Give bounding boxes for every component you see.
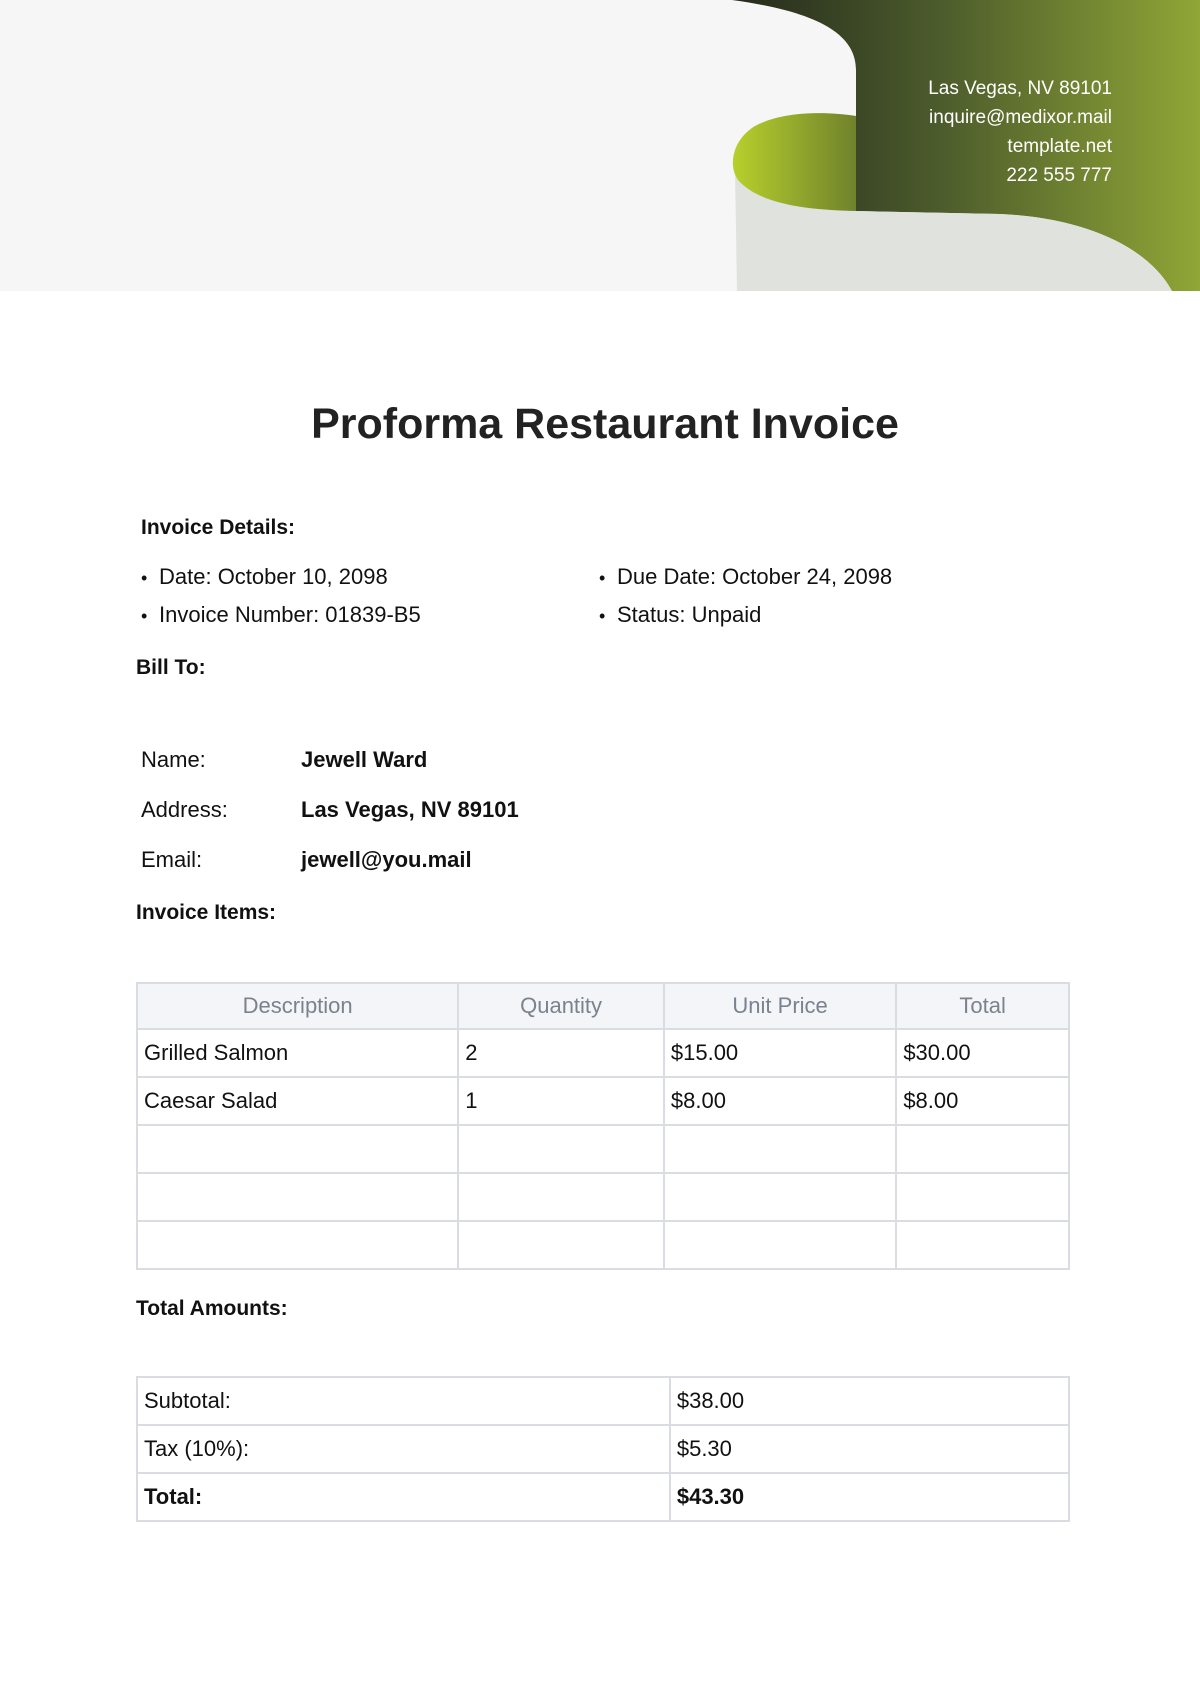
bill-to-email-label: Email: [141,847,203,872]
table-header-row: Description Quantity Unit Price Total [135,982,1070,1030]
company-email[interactable]: inquire@medixor.mail [928,103,1112,132]
company-address: Las Vegas, NV 89101 [928,78,1112,99]
invoice-items-heading: Invoice Items: [136,901,277,924]
table-row: Caesar Salad 1 $8.00 $8.00 [135,1076,1070,1126]
tax-label: Tax (10%): [136,1424,671,1474]
item-description [135,1124,460,1174]
company-contact-block: Las Vegas, NV 89101 inquire@medixor.mail… [928,74,1112,190]
tax-value: $5.30 [668,1424,1071,1474]
item-total [895,1172,1070,1222]
item-unit-price: $15.00 [662,1028,898,1078]
item-total [895,1124,1070,1174]
bill-to-address-label: Address: [141,797,228,822]
invoice-number-text: Invoice Number: 01839-B5 [159,602,421,627]
item-total [895,1220,1070,1270]
bill-to-email-value[interactable]: jewell@you.mail [301,847,472,872]
item-unit-price [662,1124,898,1174]
invoice-due-date-text: Due Date: October 24, 2098 [617,564,893,589]
header-banner: Las Vegas, NV 89101 inquire@medixor.mail… [0,0,1200,291]
company-phone: 222 555 777 [1006,165,1112,186]
table-row [135,1220,1070,1270]
item-total: $8.00 [895,1076,1070,1126]
bullet-icon: • [141,568,148,588]
item-quantity [457,1220,665,1270]
subtotal-value: $38.00 [668,1376,1071,1426]
item-unit-price: $8.00 [662,1076,898,1126]
page-title: Proforma Restaurant Invoice [311,400,899,448]
invoice-number: • Invoice Number: 01839-B5 [141,602,421,628]
item-description [135,1220,460,1270]
table-row [135,1124,1070,1174]
invoice-status-text: Status: Unpaid [617,602,762,627]
subtotal-row: Subtotal: $38.00 [136,1376,1071,1426]
bill-to-email-row: Email: jewell@you.mail [141,847,472,873]
bill-to-name-value: Jewell Ward [301,747,428,772]
item-unit-price [662,1172,898,1222]
bill-to-address-row: Address: Las Vegas, NV 89101 [141,797,519,823]
item-description: Caesar Salad [135,1076,460,1126]
subtotal-label: Subtotal: [136,1376,671,1426]
column-header-unit-price: Unit Price [662,982,898,1030]
tax-row: Tax (10%): $5.30 [136,1424,1071,1474]
bill-to-name-label: Name: [141,747,206,772]
item-quantity: 2 [457,1028,665,1078]
item-description: Grilled Salmon [135,1028,460,1078]
invoice-items-table: Description Quantity Unit Price Total Gr… [135,982,1070,1270]
item-unit-price [662,1220,898,1270]
item-description [135,1172,460,1222]
column-header-total: Total [895,982,1070,1030]
bullet-icon: • [599,568,606,588]
column-header-description: Description [135,982,460,1030]
totals-table: Subtotal: $38.00 Tax (10%): $5.30 Total:… [136,1376,1071,1522]
grand-total-label: Total: [136,1472,671,1522]
grand-total-row: Total: $43.30 [136,1472,1071,1522]
bill-to-address-value: Las Vegas, NV 89101 [301,797,519,822]
invoice-due-date: • Due Date: October 24, 2098 [599,564,892,590]
item-quantity [457,1172,665,1222]
table-row [135,1172,1070,1222]
invoice-date: • Date: October 10, 2098 [141,564,388,590]
bullet-icon: • [599,606,606,626]
invoice-details-heading: Invoice Details: [141,516,296,539]
bill-to-name-row: Name: Jewell Ward [141,747,427,773]
company-website[interactable]: template.net [928,132,1112,161]
item-quantity [457,1124,665,1174]
total-amounts-heading: Total Amounts: [136,1297,288,1320]
table-row: Grilled Salmon 2 $15.00 $30.00 [135,1028,1070,1078]
bullet-icon: • [141,606,148,626]
item-total: $30.00 [895,1028,1070,1078]
grand-total-value: $43.30 [668,1472,1071,1522]
invoice-status: • Status: Unpaid [599,602,761,628]
item-quantity: 1 [457,1076,665,1126]
invoice-date-text: Date: October 10, 2098 [159,564,388,589]
column-header-quantity: Quantity [457,982,665,1030]
bill-to-heading: Bill To: [136,656,206,679]
